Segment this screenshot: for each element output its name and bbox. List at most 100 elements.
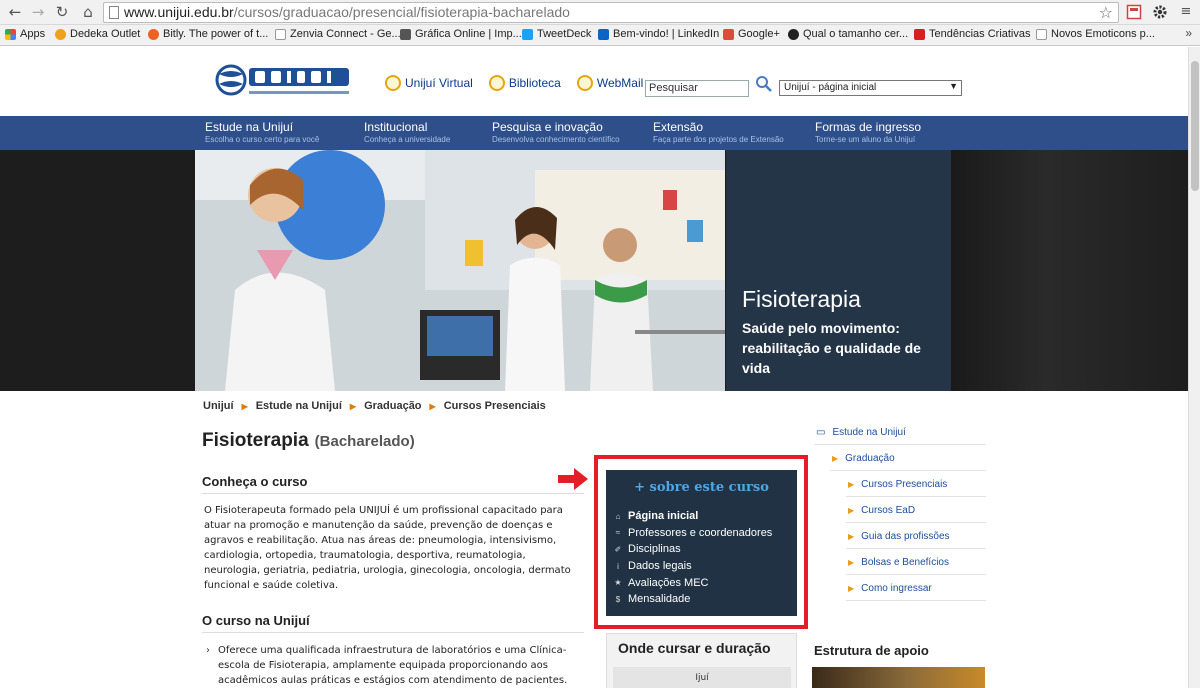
breadcrumb-arrow-icon: ▶ bbox=[429, 401, 436, 411]
side-item-label: Graduação bbox=[845, 453, 895, 464]
breadcrumb-item[interactable]: Cursos Presenciais bbox=[444, 400, 546, 412]
dollar-icon: $ bbox=[615, 594, 621, 604]
webmail-link[interactable]: WebMail bbox=[576, 75, 643, 91]
about-item-professores[interactable]: ≈ Professores e coordenadores bbox=[614, 525, 773, 542]
about-item-pagina-inicial[interactable]: ⌂ Página inicial bbox=[614, 508, 772, 525]
side-item-label: Como ingressar bbox=[861, 583, 932, 594]
menu-title: Pesquisa e inovação bbox=[492, 120, 603, 134]
bookmark-item[interactable]: Novos Emoticons p... bbox=[1036, 28, 1155, 40]
side-item-guia-profissoes[interactable]: ▶ Guia das profissões bbox=[848, 531, 950, 542]
site-select[interactable]: Unijuí - página inicial ▼ bbox=[779, 80, 962, 96]
about-item-dados-legais[interactable]: i Dados legais bbox=[614, 558, 772, 575]
menu-title: Institucional bbox=[364, 120, 428, 134]
google-plus-icon bbox=[723, 28, 734, 40]
triangle-right-icon: ▶ bbox=[848, 584, 855, 593]
open-book-icon: ▭ bbox=[816, 427, 826, 438]
about-item-label: Página inicial bbox=[628, 510, 699, 523]
browser-toolbar: ← → ↻ ⌂ www.unijui.edu.br/cursos/graduac… bbox=[0, 0, 1200, 25]
about-item-label: Mensalidade bbox=[628, 593, 691, 606]
side-item-como-ingressar[interactable]: ▶ Como ingressar bbox=[848, 583, 932, 594]
book-icon bbox=[488, 75, 505, 91]
twitter-icon bbox=[522, 28, 533, 40]
search-input[interactable]: Pesquisar bbox=[645, 80, 749, 97]
about-item-avaliacoes[interactable]: ★ Avaliações MEC bbox=[614, 574, 772, 591]
more-bookmarks-button[interactable]: » bbox=[1185, 26, 1192, 40]
settings-gear-icon[interactable] bbox=[1152, 4, 1168, 20]
unijui-logo[interactable] bbox=[215, 60, 350, 102]
url-domain: www.unijui.edu.br bbox=[124, 4, 234, 20]
side-item-cursos-ead[interactable]: ▶ Cursos EaD bbox=[848, 505, 915, 516]
people-icon: ≈ bbox=[615, 528, 621, 538]
menu-item-estude[interactable]: Estude na Unijuí Escolha o curso certo pa… bbox=[205, 120, 319, 144]
web-page: Unijuí Virtual Biblioteca WebMail Pesqui… bbox=[0, 47, 1188, 688]
menu-subtitle: Conheça a universidade bbox=[364, 135, 451, 144]
bookmark-apps[interactable]: Apps bbox=[5, 28, 45, 40]
forward-arrow-icon[interactable]: → bbox=[28, 2, 48, 22]
bookmark-item[interactable]: Zenvia Connect - Ge... bbox=[275, 28, 401, 40]
biblioteca-link[interactable]: Biblioteca bbox=[488, 75, 561, 91]
breadcrumb: Unijuí ▶ Estude na Unijuí ▶ Graduação ▶ … bbox=[203, 400, 546, 412]
about-course-title[interactable]: + sobre este curso bbox=[606, 480, 797, 495]
bookmark-label: Bem-vindo! | LinkedIn bbox=[613, 28, 720, 40]
hero-side-image bbox=[951, 150, 1188, 391]
bookmark-item[interactable]: Tendências Criativas bbox=[914, 28, 1031, 40]
bookmark-item[interactable]: Google+ bbox=[723, 28, 780, 40]
breadcrumb-item[interactable]: Unijuí bbox=[203, 400, 234, 412]
menu-item-pesquisa[interactable]: Pesquisa e inovação Desenvolva conhecimen… bbox=[492, 120, 620, 144]
page-icon bbox=[1036, 28, 1047, 40]
side-item-bolsas[interactable]: ▶ Bolsas e Benefícios bbox=[848, 557, 949, 568]
url-text: www.unijui.edu.br/cursos/graduacao/prese… bbox=[124, 4, 570, 20]
reload-icon[interactable]: ↻ bbox=[52, 2, 72, 22]
hero-photo bbox=[195, 150, 725, 391]
linkedin-icon bbox=[598, 28, 609, 40]
search-icon[interactable] bbox=[755, 75, 773, 93]
menu-subtitle: Faça parte dos projetos de Extensão bbox=[653, 135, 784, 144]
bookmark-star-icon[interactable]: ☆ bbox=[1099, 3, 1113, 22]
hero-title: Fisioterapia bbox=[742, 286, 861, 312]
address-bar[interactable]: www.unijui.edu.br/cursos/graduacao/prese… bbox=[103, 2, 1119, 23]
pencil-icon: ✐ bbox=[614, 544, 622, 554]
section-divider bbox=[202, 632, 584, 633]
home-icon[interactable]: ⌂ bbox=[78, 2, 98, 22]
menu-item-ingresso[interactable]: Formas de ingresso Torne-se um aluno da U… bbox=[815, 120, 921, 144]
side-item-label: Cursos Presenciais bbox=[861, 479, 948, 490]
menu-item-extensao[interactable]: Extensão Faça parte dos projetos de Exten… bbox=[653, 120, 784, 144]
section-divider bbox=[202, 493, 584, 494]
onde-cursar-title: Onde cursar e duração bbox=[618, 640, 771, 656]
scrollbar-thumb[interactable] bbox=[1191, 61, 1199, 191]
side-item-label: Cursos EaD bbox=[861, 505, 916, 516]
bookmark-item[interactable]: Qual o tamanho cer... bbox=[788, 28, 908, 40]
about-course-box: + sobre este curso ⌂ Página inicial ≈ Prof… bbox=[606, 470, 797, 616]
bookmark-label: Gráfica Online | Imp... bbox=[415, 28, 522, 40]
unijui-virtual-link[interactable]: Unijuí Virtual bbox=[385, 75, 473, 91]
page-scrollbar[interactable] bbox=[1188, 47, 1200, 688]
side-item-estude[interactable]: ▭ Estude na Unijuí bbox=[816, 427, 906, 438]
breadcrumb-item[interactable]: Graduação bbox=[364, 400, 421, 412]
lock-icon bbox=[385, 75, 401, 91]
bookmark-item[interactable]: Bitly. The power of t... bbox=[148, 28, 268, 40]
breadcrumb-item[interactable]: Estude na Unijuí bbox=[256, 400, 342, 412]
bookmark-label: Qual o tamanho cer... bbox=[803, 28, 909, 40]
extension-icon[interactable] bbox=[1126, 4, 1142, 20]
bookmark-item[interactable]: Dedeka Outlet bbox=[55, 28, 140, 40]
bookmark-item[interactable]: Bem-vindo! | LinkedIn bbox=[598, 28, 719, 40]
side-item-graduacao[interactable]: ▶ Graduação bbox=[832, 453, 895, 464]
bookmark-item[interactable]: Gráfica Online | Imp... bbox=[400, 28, 522, 40]
red-arrow-icon bbox=[558, 468, 588, 490]
course-description: O Fisioterapeuta formado pela UNIJUÍ é u… bbox=[204, 505, 571, 591]
onde-cursar-row[interactable]: Ijuí bbox=[613, 667, 791, 688]
about-item-disciplinas[interactable]: ✐ Disciplinas bbox=[614, 541, 772, 558]
bookmark-item[interactable]: TweetDeck bbox=[522, 28, 591, 40]
side-divider bbox=[846, 522, 986, 523]
side-item-label: Bolsas e Benefícios bbox=[861, 557, 949, 568]
triangle-right-icon: ▶ bbox=[848, 480, 855, 489]
bookmark-favicon-icon bbox=[400, 28, 411, 40]
estrutura-apoio-image[interactable] bbox=[812, 667, 985, 688]
url-path: /cursos/graduacao/presencial/fisioterapi… bbox=[233, 4, 570, 20]
side-item-cursos-presenciais[interactable]: ▶ Cursos Presenciais bbox=[848, 479, 947, 490]
menu-item-institucional[interactable]: Institucional Conheça a universidade bbox=[364, 120, 450, 144]
menu-lines-icon[interactable]: ≡ bbox=[1176, 2, 1196, 22]
about-item-mensalidade[interactable]: $ Mensalidade bbox=[614, 591, 772, 608]
back-arrow-icon[interactable]: ← bbox=[5, 2, 25, 22]
main-menu: Estude na Unijuí Escolha o curso certo pa… bbox=[0, 116, 1188, 150]
